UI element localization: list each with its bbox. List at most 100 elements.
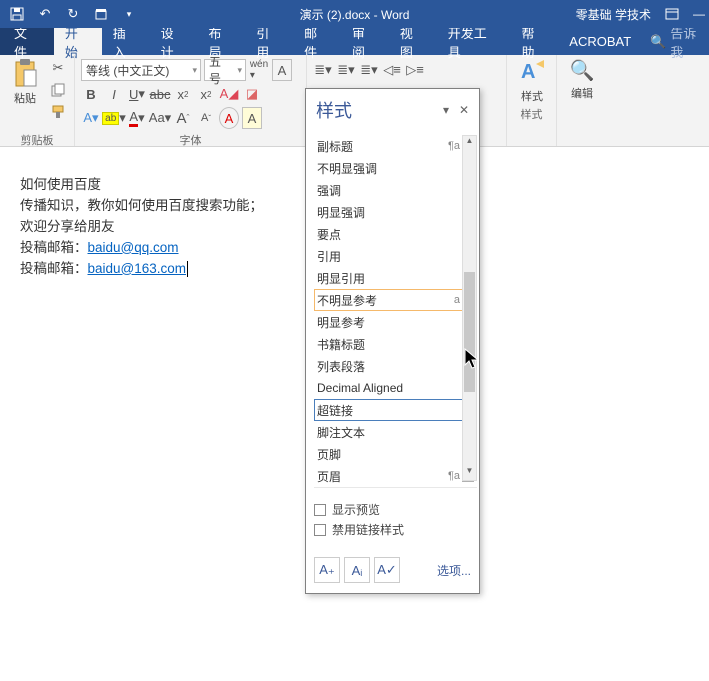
style-mark: ¶a xyxy=(438,470,460,482)
font-name-combo[interactable]: 等线 (中文正文) xyxy=(81,59,201,81)
style-item[interactable]: 不明显强调a xyxy=(314,157,477,179)
save-icon[interactable] xyxy=(4,2,30,26)
style-inspector-button[interactable]: Aᵢ xyxy=(344,557,370,583)
bullets-icon[interactable]: ≣▾ xyxy=(313,59,333,81)
pane-scrollbar[interactable]: ▲ ▼ xyxy=(462,135,477,481)
style-name: 超链接 xyxy=(317,402,452,419)
doc-name: 演示 (2).docx xyxy=(300,8,371,22)
char-shading-icon[interactable]: A xyxy=(242,107,262,129)
highlight-icon[interactable]: ab▾ xyxy=(104,107,124,129)
pane-options-link[interactable]: 选项... xyxy=(437,562,471,579)
group-editing: 🔍 编辑 xyxy=(557,55,607,146)
tell-me[interactable]: 🔍 告诉我 xyxy=(650,23,709,61)
scroll-up-icon[interactable]: ▲ xyxy=(463,136,476,150)
show-preview-checkbox[interactable]: 显示预览 xyxy=(314,501,471,518)
style-item[interactable]: Decimal Aligned↵ xyxy=(314,377,477,399)
decrease-indent-icon[interactable]: ◁≡ xyxy=(382,59,402,81)
search-icon: 🔍 xyxy=(650,34,666,50)
tab-acrobat[interactable]: ACROBAT xyxy=(558,28,642,55)
paste-button[interactable]: 粘贴 xyxy=(6,58,44,130)
tab-developer[interactable]: 开发工具 xyxy=(437,28,511,55)
underline-icon[interactable]: U▾ xyxy=(127,83,147,105)
scroll-down-icon[interactable]: ▼ xyxy=(463,466,476,480)
increase-indent-icon[interactable]: ▷≡ xyxy=(405,59,425,81)
font-color-icon[interactable]: A▾ xyxy=(127,107,147,129)
text-effects-icon[interactable]: A▾ xyxy=(81,107,101,129)
group-font: 等线 (中文正文) 五号 wén▾ A B I U▾ abc x2 x2 A◢ … xyxy=(75,55,307,146)
style-item[interactable]: 脚注文本¶a xyxy=(314,421,477,443)
style-name: 页眉 xyxy=(317,468,438,485)
font-size-combo[interactable]: 五号 xyxy=(204,59,246,81)
undo-icon[interactable]: ↶ xyxy=(32,2,58,26)
ribbon-tabs: 文件 开始 插入 设计 布局 引用 邮件 审阅 视图 开发工具 帮助 ACROB… xyxy=(0,28,709,55)
format-painter-icon[interactable] xyxy=(48,102,68,122)
style-name: 副标题 xyxy=(317,138,438,155)
redo-icon[interactable]: ↻ xyxy=(60,2,86,26)
disable-linked-checkbox[interactable]: 禁用链接样式 xyxy=(314,521,471,538)
style-name: 引用 xyxy=(317,248,452,265)
tab-design[interactable]: 设计 xyxy=(150,28,198,55)
tab-help[interactable]: 帮助 xyxy=(510,28,558,55)
clipboard-group-label: 剪贴板 xyxy=(6,130,68,146)
tab-references[interactable]: 引用 xyxy=(245,28,293,55)
account-promo[interactable]: 零基础 学技术 xyxy=(576,6,651,23)
style-item[interactable]: 引用¶a xyxy=(314,245,477,267)
tab-mailings[interactable]: 邮件 xyxy=(293,28,341,55)
shrink-font-icon[interactable]: Aˇ xyxy=(196,107,216,129)
minimize-icon[interactable]: — xyxy=(693,7,705,21)
tab-view[interactable]: 视图 xyxy=(389,28,437,55)
styles-icon: A xyxy=(518,58,546,86)
style-item[interactable]: 超链接a xyxy=(314,399,477,421)
new-style-button[interactable]: A₊ xyxy=(314,557,340,583)
style-item[interactable]: 副标题¶a▾ xyxy=(314,135,477,157)
style-item[interactable]: 要点a xyxy=(314,223,477,245)
tab-layout[interactable]: 布局 xyxy=(197,28,245,55)
style-name: 页脚 xyxy=(317,446,452,463)
pane-options-icon[interactable]: ▾ xyxy=(437,103,455,117)
find-icon: 🔍 xyxy=(570,58,595,83)
style-item[interactable]: 不明显参考a▾ xyxy=(314,289,477,311)
tab-home[interactable]: 开始 xyxy=(54,28,102,55)
email-link-2[interactable]: baidu@163.com xyxy=(88,261,187,276)
change-case-icon[interactable]: Aa▾ xyxy=(150,107,170,129)
multilevel-icon[interactable]: ≣▾ xyxy=(359,59,379,81)
scroll-thumb[interactable] xyxy=(464,272,475,392)
style-item[interactable]: 明显强调a xyxy=(314,201,477,223)
char-border-icon[interactable]: A xyxy=(272,59,292,81)
tab-insert[interactable]: 插入 xyxy=(102,28,150,55)
italic-icon[interactable]: I xyxy=(104,83,124,105)
styles-button[interactable]: A 样式 xyxy=(513,58,551,104)
copy-icon[interactable] xyxy=(48,80,68,100)
manage-styles-button[interactable]: A✓ xyxy=(374,557,400,583)
app-name: Word xyxy=(381,8,409,22)
bold-icon[interactable]: B xyxy=(81,83,101,105)
pane-close-icon[interactable]: ✕ xyxy=(455,103,473,117)
strike-icon[interactable]: abc xyxy=(150,83,170,105)
styles-group-label: 样式 xyxy=(513,104,550,120)
style-item[interactable]: 强调a xyxy=(314,179,477,201)
style-name: 列表段落 xyxy=(317,358,452,375)
file-tab[interactable]: 文件 xyxy=(0,28,54,55)
tell-me-label: 告诉我 xyxy=(670,23,709,61)
numbering-icon[interactable]: ≣▾ xyxy=(336,59,356,81)
subscript-icon[interactable]: x2 xyxy=(173,83,193,105)
style-name: 不明显强调 xyxy=(317,160,452,177)
style-item[interactable]: 书籍标题a xyxy=(314,333,477,355)
style-item[interactable]: 页脚¶a xyxy=(314,443,477,465)
tab-review[interactable]: 审阅 xyxy=(341,28,389,55)
format-eraser-icon[interactable]: ◪ xyxy=(242,83,262,105)
editing-btn-label: 编辑 xyxy=(571,85,593,101)
phonetic-guide-icon[interactable]: wén▾ xyxy=(249,59,269,81)
qat-more-icon[interactable]: ▾ xyxy=(116,2,142,26)
email-link-1[interactable]: baidu@qq.com xyxy=(88,240,179,255)
grow-font-icon[interactable]: Aˆ xyxy=(173,107,193,129)
editing-button[interactable]: 🔍 编辑 xyxy=(563,58,601,101)
new-window-icon[interactable] xyxy=(88,2,114,26)
style-item[interactable]: 明显引用¶a xyxy=(314,267,477,289)
ribbon-display-icon[interactable] xyxy=(665,8,679,20)
style-item[interactable]: 明显参考a xyxy=(314,311,477,333)
style-item[interactable]: 列表段落↵ xyxy=(314,355,477,377)
enclose-char-icon[interactable]: A xyxy=(219,107,239,129)
style-item[interactable]: 页眉¶a▾ xyxy=(314,465,477,487)
cut-icon[interactable]: ✂ xyxy=(48,58,68,78)
